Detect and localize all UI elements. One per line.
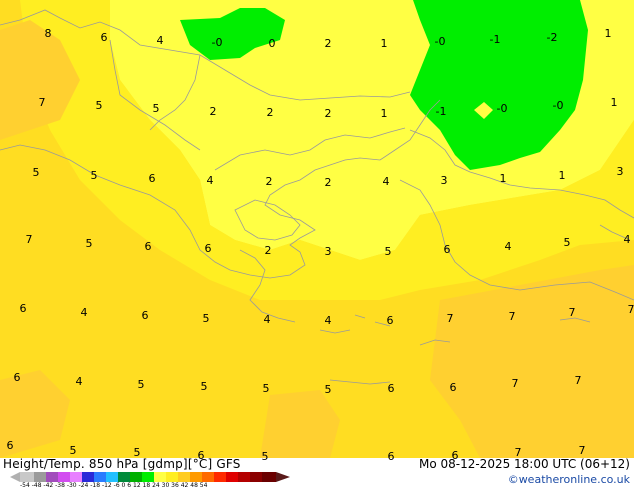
temperature-label: 5 [153,102,160,115]
temperature-label: 6 [149,172,156,185]
temperature-label: 1 [611,96,618,109]
temperature-label: 6 [7,439,14,452]
temperature-label: 7 [569,306,576,319]
temperature-label: 4 [325,314,332,327]
temperature-label: 5 [263,382,270,395]
temperature-label: -1 [436,105,447,118]
temperature-label: 3 [617,165,624,178]
temperature-label: 4 [157,34,164,47]
temperature-label: 4 [383,175,390,188]
temperature-label: 2 [266,175,273,188]
temperature-label: 3 [441,174,448,187]
temperature-label: 6 [387,314,394,327]
temperature-label: 8 [45,27,52,40]
temperature-label: 4 [207,174,214,187]
colorbar-ticks: -54 -48 -42 -38 -30 -24 -18 -12 -6 0 6 1… [20,482,208,489]
temperature-label: 6 [388,450,395,463]
temperature-label: 7 [447,312,454,325]
temperature-label: 4 [81,306,88,319]
temperature-label: 2 [325,176,332,189]
temperature-label: 5 [385,245,392,258]
temperature-label: 6 [145,240,152,253]
temperature-label: -0 [435,35,446,48]
map-title: Height/Temp. 850 hPa [gdmp][°C] GFS [3,457,241,471]
temperature-label: 5 [325,383,332,396]
temperature-label: 7 [39,96,46,109]
temperature-label: 1 [500,172,507,185]
temperature-label: 7 [575,374,582,387]
temperature-label: 6 [101,31,108,44]
temperature-label: 4 [624,233,631,246]
temperature-label: -0 [212,36,223,49]
temperature-label: 6 [450,381,457,394]
temperature-label: -0 [497,102,508,115]
temperature-label: 5 [96,99,103,112]
temperature-label: 6 [20,302,27,315]
map-datetime: Mo 08-12-2025 18:00 UTC (06+12) [418,457,630,471]
temperature-label: 5 [201,380,208,393]
temperature-label: 6 [388,382,395,395]
temperature-label: 1 [381,37,388,50]
temperature-label: 7 [579,444,586,457]
temperature-label: 4 [264,313,271,326]
temperature-label: 1 [559,169,566,182]
temperature-label: 2 [325,107,332,120]
credit-link[interactable]: ©weatheronline.co.uk [508,473,630,486]
temperature-label: -2 [547,31,558,44]
temperature-label: 2 [267,106,274,119]
temperature-label: 0 [269,37,276,50]
temperature-label: 2 [210,105,217,118]
temperature-label: 7 [628,303,634,316]
temperature-label: 5 [91,169,98,182]
temperature-label: 1 [381,107,388,120]
temperature-label: -0 [553,99,564,112]
colorbar [10,472,290,482]
temperature-label: 5 [86,237,93,250]
temperature-label: 5 [33,166,40,179]
temperature-label: 4 [505,240,512,253]
temperature-label: 7 [509,310,516,323]
temperature-label: 5 [262,450,269,463]
temperature-label: 7 [512,377,519,390]
temperature-label: 5 [203,312,210,325]
temperature-label: 6 [444,243,451,256]
temperature-label: 4 [76,375,83,388]
temperature-label: 1 [605,27,612,40]
temperature-label: 5 [564,236,571,249]
temperature-label: 2 [265,244,272,257]
temperature-label: 2 [325,37,332,50]
temperature-label: 6 [142,309,149,322]
temperature-label: 6 [205,242,212,255]
temperature-map: 8 6 4 -0 0 2 1 -0 -1 -2 1 7 5 5 2 2 2 1 -1 -0 -0 1 5 5 6 4 2 2 4 3 1 1 3… [0,0,634,482]
temperature-label: 3 [325,245,332,258]
temperature-label: 6 [14,371,21,384]
temperature-label: -1 [490,33,501,46]
temperature-label: 7 [26,233,33,246]
temperature-label: 5 [138,378,145,391]
temperature-label: 5 [70,444,77,457]
